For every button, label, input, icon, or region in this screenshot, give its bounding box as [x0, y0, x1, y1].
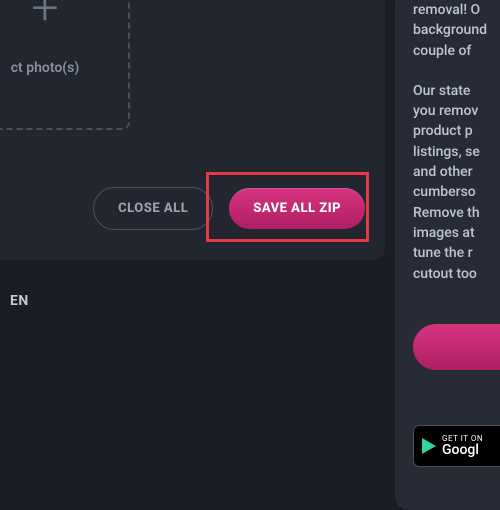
plus-icon: +	[31, 0, 58, 32]
google-play-icon	[422, 438, 436, 454]
google-play-text: GET IT ON Googl	[442, 435, 483, 457]
sidebar-paragraph-2: Our state you remov product p listings, …	[413, 81, 500, 284]
dropzone-label: ct photo(s)	[11, 60, 80, 76]
save-all-zip-button[interactable]: SAVE ALL ZIP	[229, 188, 365, 229]
info-sidebar: removal! O background couple of Our stat…	[395, 0, 500, 510]
sidebar-copy: removal! O background couple of Our stat…	[413, 0, 500, 284]
action-buttons-row: CLOSE ALL SAVE ALL ZIP	[0, 187, 365, 230]
sidebar-cta-button[interactable]: S	[413, 324, 500, 370]
sidebar-paragraph-1: removal! O background couple of	[413, 0, 500, 61]
google-play-big-text: Googl	[442, 443, 483, 457]
google-play-badge[interactable]: GET IT ON Googl	[413, 425, 500, 467]
photo-dropzone[interactable]: + ct photo(s)	[0, 0, 130, 130]
language-selector[interactable]: EN	[10, 293, 29, 309]
upload-panel: + ct photo(s) CLOSE ALL SAVE ALL ZIP	[0, 0, 385, 260]
close-all-button[interactable]: CLOSE ALL	[93, 187, 213, 230]
